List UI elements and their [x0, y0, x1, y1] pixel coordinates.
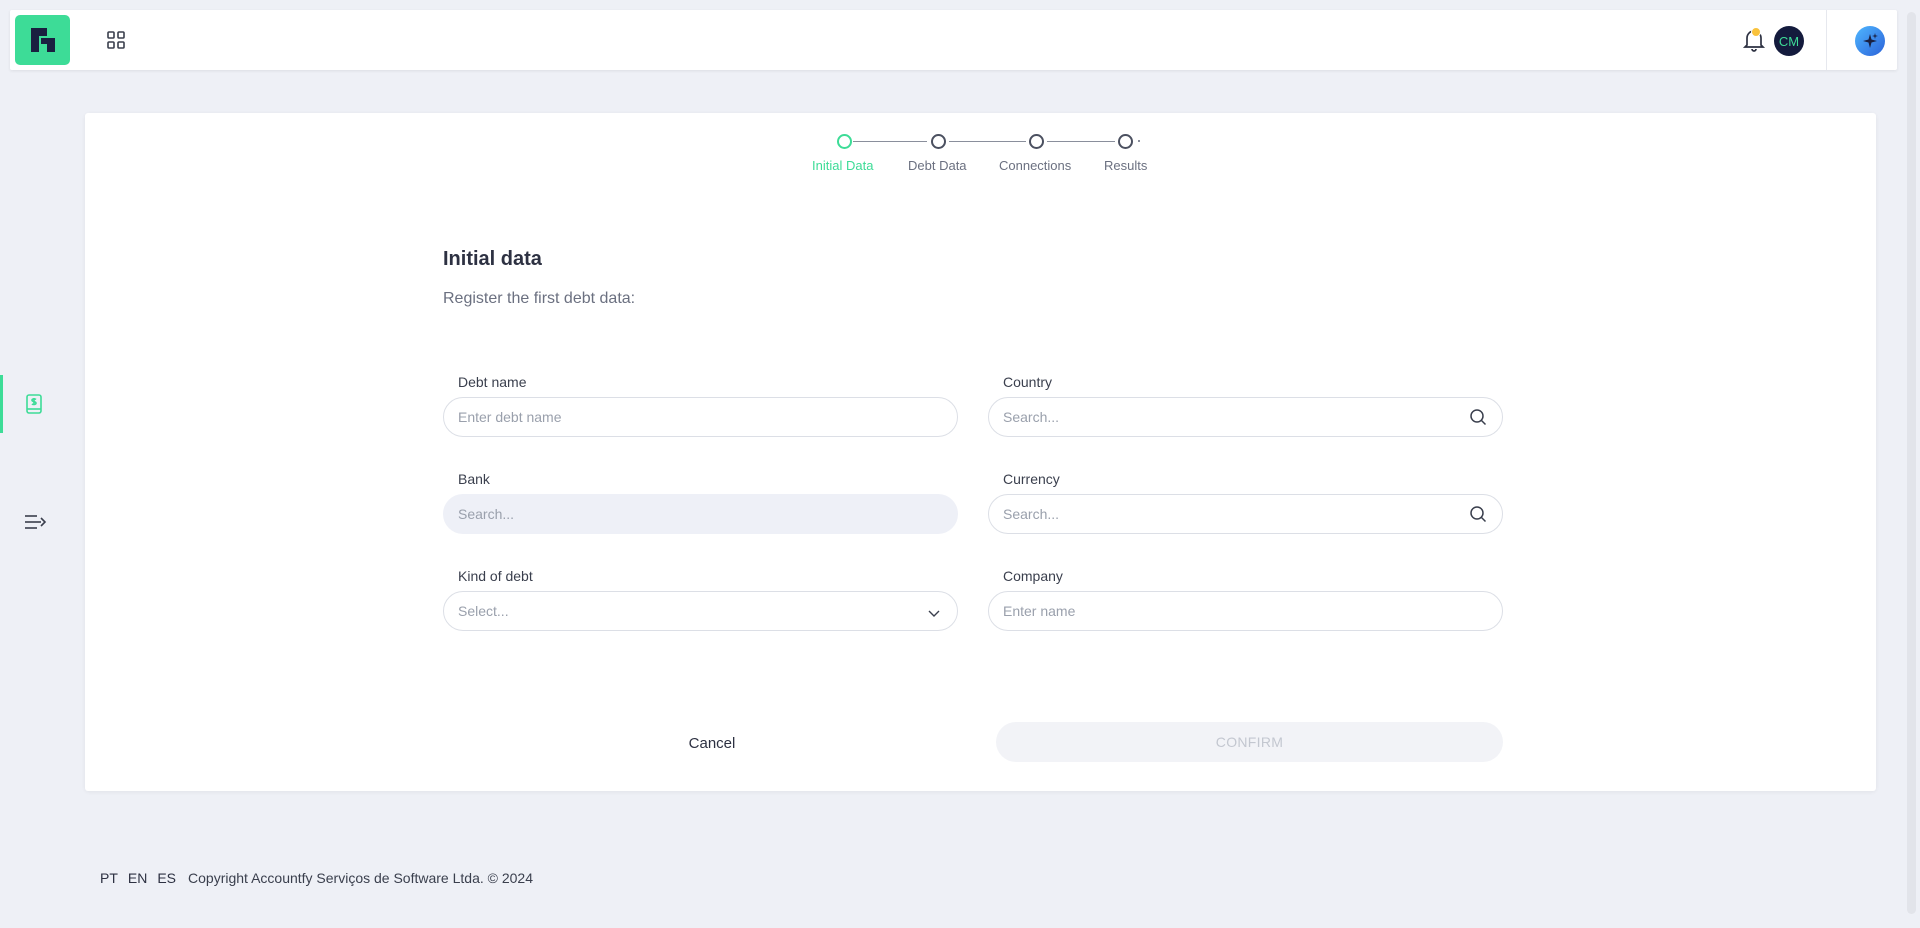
- page-title: Initial data: [443, 248, 542, 270]
- sidebar-active-indicator: [0, 375, 3, 433]
- company-label: Company: [1003, 568, 1063, 584]
- debt-name-label: Debt name: [458, 374, 527, 390]
- step-connections[interactable]: Connections: [999, 158, 1071, 173]
- divider: [1826, 10, 1827, 70]
- notification-badge: [1751, 27, 1761, 37]
- footer: PT EN ES Copyright Accountfy Serviços de…: [100, 870, 533, 886]
- stepper-line: [853, 141, 927, 142]
- step-results[interactable]: Results: [1104, 158, 1147, 173]
- stepper-line: [1047, 141, 1115, 142]
- step-initial-data[interactable]: Initial Data: [812, 158, 873, 173]
- language-es-link[interactable]: ES: [157, 870, 176, 886]
- grid-apps-icon[interactable]: [106, 30, 126, 50]
- page-subtitle: Register the first debt data:: [443, 290, 636, 307]
- step-connections-marker: [1029, 134, 1044, 149]
- currency-label: Currency: [1003, 471, 1060, 487]
- language-en-link[interactable]: EN: [128, 870, 147, 886]
- main-card: [85, 113, 1876, 791]
- currency-search-input[interactable]: [988, 494, 1503, 534]
- chevron-down-icon: [927, 606, 941, 620]
- sparkle-icon[interactable]: [1855, 26, 1885, 56]
- stepper-line: [949, 141, 1026, 142]
- step-initial-data-marker: [837, 134, 852, 149]
- step-debt-data[interactable]: Debt Data: [908, 158, 967, 173]
- page-scrollbar[interactable]: [1902, 0, 1920, 928]
- bank-search-input[interactable]: [443, 494, 958, 534]
- language-pt-link[interactable]: PT: [100, 870, 118, 886]
- top-bar: CM: [10, 10, 1897, 70]
- cancel-button[interactable]: Cancel: [660, 723, 764, 763]
- dollar-book-icon[interactable]: [24, 393, 44, 415]
- company-input[interactable]: [988, 591, 1503, 631]
- kind-of-debt-label: Kind of debt: [458, 568, 533, 584]
- bank-label: Bank: [458, 471, 490, 487]
- expand-menu-icon[interactable]: [23, 512, 47, 532]
- step-debt-data-marker: [931, 134, 946, 149]
- accountfy-logo-icon[interactable]: [15, 15, 70, 65]
- debt-name-input[interactable]: [443, 397, 958, 437]
- kind-of-debt-select[interactable]: Select...: [443, 591, 958, 631]
- confirm-button[interactable]: CONFIRM: [996, 722, 1503, 762]
- country-search-input[interactable]: [988, 397, 1503, 437]
- avatar[interactable]: CM: [1774, 26, 1804, 56]
- copyright-text: Copyright Accountfy Serviços de Software…: [188, 870, 533, 886]
- scrollbar-thumb[interactable]: [1907, 12, 1916, 914]
- step-results-marker: [1118, 134, 1133, 149]
- kind-of-debt-placeholder: Select...: [458, 603, 509, 619]
- stepper-end: [1138, 140, 1140, 142]
- country-label: Country: [1003, 374, 1053, 390]
